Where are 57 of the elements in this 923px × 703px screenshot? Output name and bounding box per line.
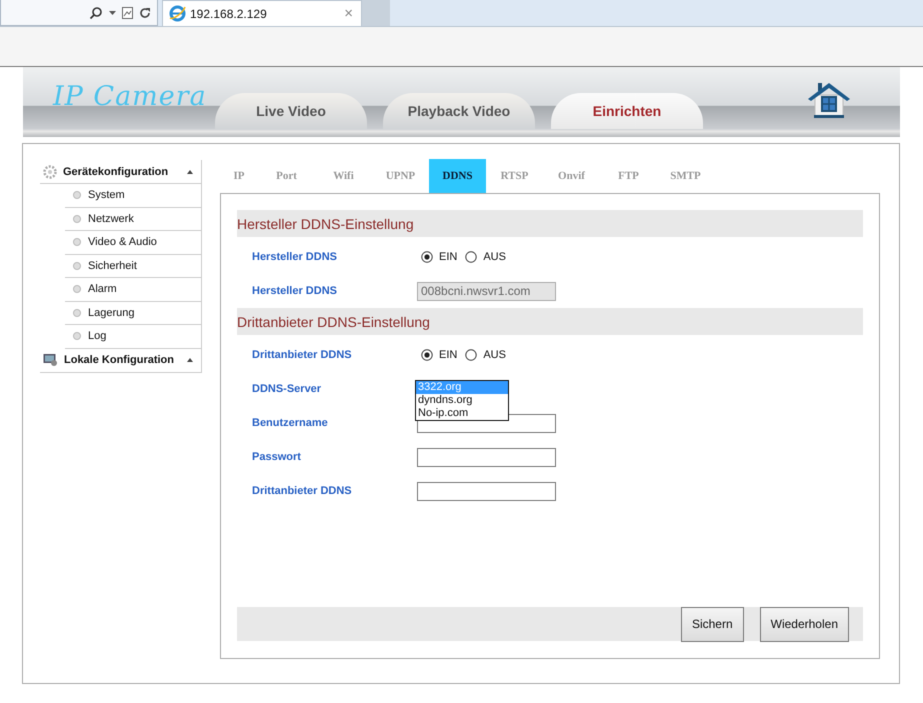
radio-label: AUS xyxy=(483,349,506,361)
bullet-icon xyxy=(73,238,81,246)
action-button[interactable]: Sichern xyxy=(680,606,744,642)
refresh-icon[interactable] xyxy=(139,6,151,18)
field-label: DDNS-Server xyxy=(251,383,322,395)
nav-tab[interactable]: Einrichten xyxy=(551,93,703,129)
nav-tab[interactable]: Playback Video xyxy=(383,93,535,129)
sidebar-item[interactable]: System xyxy=(65,184,202,208)
field-label: Drittanbieter DDNS xyxy=(251,485,353,497)
section-header: Drittanbieter DDNS-Einstellung xyxy=(237,308,863,335)
dropdown-option[interactable]: dyndns.org xyxy=(416,394,508,407)
radio-label: EIN xyxy=(439,349,458,361)
radio-button[interactable] xyxy=(465,349,478,361)
dropdown-option[interactable]: No-ip.com xyxy=(416,407,508,420)
radio-button[interactable] xyxy=(421,251,433,263)
sidebar-item[interactable]: Video & Audio xyxy=(65,231,202,254)
sidebar-item[interactable]: Lagerung xyxy=(65,302,202,325)
action-button[interactable]: Wiederholen xyxy=(760,606,849,642)
sidebar-item[interactable]: Netzwerk xyxy=(65,208,202,231)
section-header: Hersteller DDNS-Einstellung xyxy=(237,210,863,237)
radio-button[interactable] xyxy=(421,349,433,361)
text-field[interactable] xyxy=(417,482,556,500)
text-field[interactable] xyxy=(417,448,556,466)
bullet-icon xyxy=(73,285,81,294)
search-icon[interactable] xyxy=(89,6,103,20)
bullet-icon xyxy=(73,332,81,340)
sidebar-group[interactable]: Gerätekonfiguration xyxy=(40,160,202,184)
gear-icon xyxy=(43,164,57,178)
sidebar-group[interactable]: Lokale Konfiguration xyxy=(40,348,202,372)
dropdown-list[interactable]: 3322.org dyndns.org No-ip.com xyxy=(415,380,509,421)
field-label: Benutzername xyxy=(251,417,329,429)
close-tab-button[interactable]: × xyxy=(344,5,353,22)
field-label: Hersteller DDNS xyxy=(251,285,338,297)
sidebar-item[interactable]: Log xyxy=(65,325,202,348)
nav-tab[interactable]: Live Video xyxy=(215,93,367,129)
sidebar-item[interactable]: Sicherheit xyxy=(65,254,202,278)
bullet-icon xyxy=(73,262,81,270)
field-label: Drittanbieter DDNS xyxy=(251,349,353,361)
logo: IP Camera xyxy=(53,81,207,112)
collapse-icon xyxy=(187,170,193,174)
sidebar-item[interactable]: Alarm xyxy=(65,278,202,302)
compatibility-icon[interactable] xyxy=(122,6,133,18)
radio-label: EIN xyxy=(439,251,458,263)
globe-icon xyxy=(169,5,186,22)
tab[interactable]: DDNS xyxy=(429,159,486,193)
field-label: Hersteller DDNS xyxy=(251,251,338,263)
bullet-icon xyxy=(73,308,81,317)
caret-icon[interactable] xyxy=(109,10,116,14)
bullet-icon xyxy=(73,214,81,223)
radio-button[interactable] xyxy=(465,251,478,263)
field-label: Passwort xyxy=(251,451,302,463)
radio-label: AUS xyxy=(483,251,506,263)
monitor-icon xyxy=(43,353,58,367)
bullet-icon xyxy=(73,191,81,200)
address-bar[interactable] xyxy=(0,0,158,26)
collapse-icon xyxy=(187,358,193,362)
browser-tab[interactable]: 192.168.2.129 × xyxy=(162,0,362,26)
